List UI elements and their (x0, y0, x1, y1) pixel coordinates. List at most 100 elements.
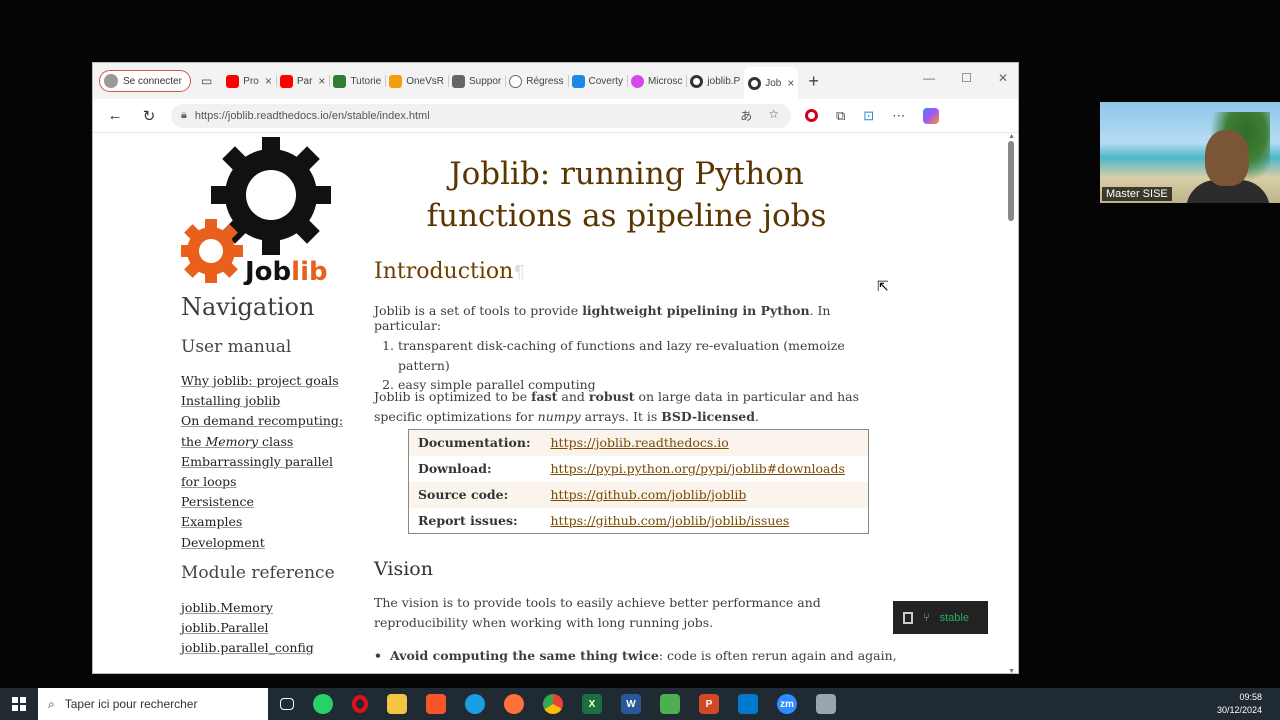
joblib-logo[interactable]: Joblib (181, 137, 346, 285)
read-aloud-icon[interactable]: あ (740, 107, 752, 124)
tab-2[interactable]: Tutorie (329, 67, 386, 95)
tab-1[interactable]: Par × (276, 67, 331, 95)
extensions-icon[interactable]: ⧉ (836, 108, 845, 124)
close-icon[interactable]: × (318, 74, 325, 88)
opera-extension-icon[interactable] (805, 109, 818, 122)
tab-label: Régress (526, 75, 564, 87)
table-link[interactable]: https://github.com/joblib/joblib (542, 482, 869, 508)
project-icon[interactable] (660, 694, 680, 714)
title-line-1: Joblib: running Python (449, 156, 804, 192)
back-icon[interactable]: ← (101, 107, 129, 124)
scrollbar-thumb[interactable] (1008, 141, 1014, 221)
feature-list: transparent disk-caching of functions an… (398, 336, 894, 395)
system-clock[interactable]: 09:58 30/12/2024 (1217, 691, 1262, 717)
tab-label: Pro (243, 75, 259, 87)
text: : code is often rerun again and again, (658, 648, 897, 663)
bold-text: BSD-licensed (661, 408, 755, 424)
whatsapp-icon[interactable] (313, 694, 333, 714)
table-row: Report issues: https://github.com/joblib/… (409, 508, 869, 534)
tab-5[interactable]: Régress (505, 67, 569, 95)
start-button[interactable] (0, 697, 38, 711)
tab-favicon-icon (452, 74, 465, 88)
opera-icon[interactable] (352, 695, 368, 713)
profile-button[interactable]: Se connecter (99, 70, 191, 92)
nav-link[interactable]: for loops (181, 472, 351, 492)
tab-6[interactable]: Coverty (568, 67, 629, 95)
close-window-icon[interactable]: ✕ (998, 71, 1008, 85)
vision-bullet: Avoid computing the same thing twice: co… (374, 646, 904, 666)
nav-link[interactable]: Why joblib: project goals (181, 371, 351, 391)
scroll-down-icon[interactable]: ▼ (1008, 668, 1015, 673)
profile-label: Se connecter (123, 75, 182, 87)
copilot-icon[interactable] (923, 107, 940, 124)
new-tab-icon[interactable]: + (808, 71, 819, 92)
nav-link[interactable]: On demand recomputing: (181, 411, 351, 431)
tab-active[interactable]: Job × (744, 67, 799, 99)
avatar-icon (104, 74, 118, 88)
taskbar-search[interactable]: ⌕ Taper ici pour rechercher (38, 688, 268, 720)
chrome-icon[interactable] (543, 694, 563, 714)
permalink-icon[interactable]: ¶ (513, 262, 524, 283)
nav-link[interactable]: Examples (181, 512, 351, 532)
word-icon[interactable]: W (621, 694, 641, 714)
more-menu-icon[interactable]: ⋯ (892, 108, 905, 124)
app-window-icon[interactable] (816, 694, 836, 714)
maximize-icon[interactable]: ☐ (961, 71, 972, 85)
nav-link[interactable]: Persistence (181, 492, 351, 512)
module-reference-links: joblib.Memory joblib.Parallel joblib.par… (181, 598, 314, 659)
tab-8[interactable]: joblib.P (686, 67, 744, 95)
table-link[interactable]: https://github.com/joblib/joblib/issues (542, 508, 869, 534)
vscode-icon[interactable] (738, 694, 758, 714)
windows-icon (12, 697, 26, 711)
nav-link[interactable]: Development (181, 533, 351, 553)
introduction-heading: Introduction¶ (374, 259, 525, 284)
tab-label: Tutorie (350, 75, 382, 87)
task-view-icon[interactable] (280, 698, 294, 710)
joblib-favicon-icon (690, 74, 704, 88)
person-head (1205, 130, 1249, 186)
address-bar: ← ↻ 🔒︎ https://joblib.readthedocs.io/en/… (93, 99, 1018, 133)
tab-7[interactable]: Microsc (627, 67, 688, 95)
logo-text: Joblib (243, 257, 328, 285)
powerpoint-icon[interactable]: P (699, 694, 719, 714)
collections-icon[interactable]: ⊡ (863, 108, 874, 124)
tab-4[interactable]: Suppor (448, 67, 507, 95)
firefox-icon[interactable] (504, 694, 524, 714)
heading-text: Introduction (374, 259, 514, 284)
module-link[interactable]: joblib.Memory (181, 598, 314, 618)
tab-3[interactable]: OneVsR (385, 67, 449, 95)
youtube-icon (226, 74, 240, 88)
minimize-icon[interactable]: — (923, 71, 935, 85)
refresh-icon[interactable]: ↻ (135, 107, 163, 125)
nav-link[interactable]: Installing joblib (181, 391, 351, 411)
nav-link[interactable]: Embarrassingly parallel (181, 452, 351, 472)
edge-icon[interactable] (465, 694, 485, 714)
module-link[interactable]: joblib.parallel_config (181, 638, 314, 658)
close-icon[interactable]: × (265, 74, 272, 88)
module-reference-heading: Module reference (181, 563, 335, 583)
table-link[interactable]: https://pypi.python.org/pypi/joblib#down… (542, 456, 869, 482)
branch-icon: ⑂ (923, 611, 930, 624)
tab-0[interactable]: Pro × (222, 67, 277, 95)
scroll-up-icon[interactable]: ▲ (1008, 133, 1015, 140)
url-text: https://joblib.readthedocs.io/en/stable/… (194, 109, 430, 122)
globe-icon (509, 74, 523, 88)
text: Joblib is optimized to be (374, 389, 532, 404)
bold-text: robust (588, 389, 635, 404)
zoom-icon[interactable]: zm (777, 694, 797, 714)
module-link[interactable]: joblib.Parallel (181, 618, 314, 638)
favorite-star-icon[interactable]: ☆ (768, 107, 779, 124)
excel-icon[interactable]: X (582, 694, 602, 714)
mouse-cursor-icon: ⇱ (877, 278, 889, 294)
version-selector[interactable]: ⑂ stable (893, 601, 988, 634)
tab-label: OneVsR (406, 75, 444, 87)
tab-actions-icon[interactable]: ▭ (201, 74, 212, 88)
vision-heading: Vision (374, 558, 433, 580)
file-explorer-icon[interactable] (387, 694, 407, 714)
tab-label: Suppor (469, 75, 502, 87)
table-link[interactable]: https://joblib.readthedocs.io (542, 430, 869, 456)
brave-icon[interactable] (426, 694, 446, 714)
nav-link[interactable]: the Memory class (181, 432, 351, 452)
close-icon[interactable]: × (787, 76, 794, 90)
url-field[interactable]: 🔒︎ https://joblib.readthedocs.io/en/stab… (171, 103, 791, 128)
